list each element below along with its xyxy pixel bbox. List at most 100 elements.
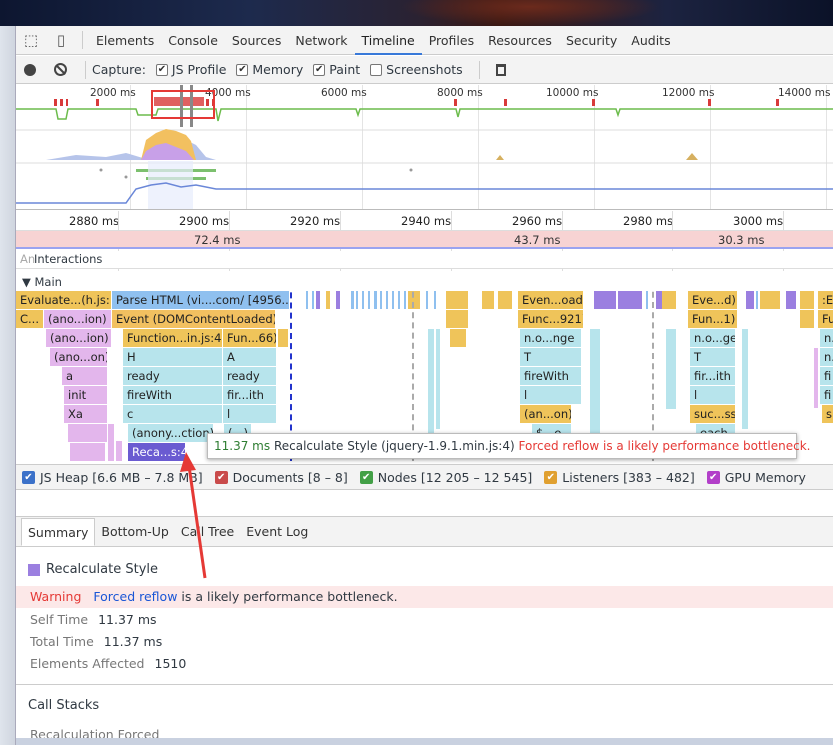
ruler-tick: 2940 ms [401,214,452,228]
self-time-label: Self Time [30,612,89,627]
checkbox-checked-icon: ✔ [313,63,326,76]
summary-title-text: Recalculate Style [46,562,159,577]
flame-event[interactable]: a [62,367,108,385]
ruler-tick: 3000 ms [733,214,784,228]
flame-event[interactable]: s [822,405,833,423]
flame-event[interactable] [70,443,106,461]
tab-profiles[interactable]: Profiles [422,26,481,55]
record-button[interactable] [24,63,36,76]
flame-event[interactable]: n.o...ge [690,329,736,347]
checkbox-checked-icon: ✔ [22,470,35,484]
main-label: Main [34,275,62,289]
tab-resources[interactable]: Resources [481,26,559,55]
checkbox-label: JS Profile [171,62,227,77]
flame-event[interactable]: ready [223,367,277,385]
counter-label: Documents [8 – 8] [232,469,348,485]
inspect-element-icon[interactable]: ⬚ [16,26,46,55]
flame-event[interactable]: l [520,386,582,404]
flame-event[interactable]: Func...921) [518,310,584,328]
trash-icon[interactable] [495,63,506,76]
tab-event-log[interactable]: Event Log [240,518,314,546]
tab-elements[interactable]: Elements [89,26,161,55]
tab-call-tree[interactable]: Call Tree [175,518,240,546]
flame-event-selected[interactable]: Reca...s:4) [128,443,186,461]
flame-event[interactable]: Fu [818,310,833,328]
flame-event[interactable]: (ano...on) [50,348,108,366]
tab-timeline[interactable]: Timeline [354,26,422,55]
tab-network[interactable]: Network [288,26,354,55]
flame-event[interactable]: H [123,348,223,366]
tab-audits[interactable]: Audits [624,26,677,55]
flame-event[interactable]: c [123,405,223,423]
forced-reflow-link[interactable]: Forced reflow [93,589,177,604]
frame-duration: 43.7 ms [514,233,561,247]
flame-event[interactable]: Parse HTML (vi....com/ [4956...]) [112,291,290,309]
screenshots-checkbox[interactable]: Screenshots [370,62,463,77]
listeners-counter[interactable]: ✔ Listeners [383 – 482] [544,470,695,485]
page-banner [0,0,833,26]
clear-button[interactable] [54,63,67,76]
tab-console[interactable]: Console [161,26,225,55]
tab-sources[interactable]: Sources [225,26,288,55]
flame-event[interactable]: (ano...ion) [44,310,112,328]
flame-event[interactable]: fir...ith [223,386,277,404]
elements-affected-label: Elements Affected [30,656,145,671]
flame-event[interactable]: Xa [64,405,108,423]
flame-event[interactable]: fireWith [520,367,582,385]
tab-bottom-up[interactable]: Bottom-Up [95,518,174,546]
interactions-track[interactable]: An Interactions [16,251,833,269]
flame-event[interactable]: n. [820,348,833,366]
flame-event[interactable]: init [64,386,108,404]
flame-event[interactable]: fir...ith [690,367,736,385]
expand-triangle-icon[interactable]: ▼ [22,275,35,289]
flame-event[interactable]: (an...on) [520,405,572,423]
tooltip-warning: Forced reflow is a likely performance bo… [518,439,811,453]
flame-event[interactable]: n. [820,329,833,347]
tab-summary[interactable]: Summary [21,518,96,546]
flame-event[interactable] [68,424,108,442]
flame-event[interactable]: n.o...nge [520,329,582,347]
memory-checkbox[interactable]: ✔ Memory [236,62,303,77]
flame-event[interactable]: l [690,386,736,404]
main-thread-header[interactable]: ▼ Main [16,274,833,291]
flame-event[interactable]: A [223,348,277,366]
timeline-overview[interactable]: 2000 ms 4000 ms 6000 ms 8000 ms 10000 ms… [16,85,833,210]
flame-event[interactable]: T [520,348,582,366]
checkbox-label: Screenshots [386,62,463,77]
summary-title: Recalculate Style [28,562,158,577]
total-time-label: Total Time [30,634,94,649]
gpu-memory-counter[interactable]: ✔ GPU Memory [706,470,806,485]
device-mode-icon[interactable]: ▯ [46,26,76,55]
tooltip-time: 11.37 ms [214,439,271,453]
flame-event[interactable]: ready [123,367,223,385]
tab-security[interactable]: Security [559,26,624,55]
flame-event[interactable]: :Ev [818,291,833,309]
js-profile-checkbox[interactable]: ✔ JS Profile [155,62,227,77]
flame-event[interactable]: (ano...ion) [46,329,112,347]
frames-track[interactable]: 72.4 ms 43.7 ms 30.3 ms [16,231,833,249]
nodes-counter[interactable]: ✔ Nodes [12 205 – 12 545] [359,470,532,485]
flame-event[interactable]: Evaluate...(h.js:1) [16,291,112,309]
flame-event[interactable]: Function...in.js:4) [123,329,223,347]
flame-event[interactable]: T [690,348,736,366]
flame-event[interactable]: Event (DOMContentLoaded) [112,310,276,328]
flame-event[interactable]: suc...ss [690,405,736,423]
documents-counter[interactable]: ✔ Documents [8 – 8] [214,469,348,485]
paint-checkbox[interactable]: ✔ Paint [313,62,360,77]
flame-event[interactable]: Even...oad) [518,291,584,309]
checkbox-checked-icon: ✔ [359,470,373,484]
elements-affected-value: 1510 [154,656,187,671]
flame-event[interactable]: (anony...ction) [128,424,214,442]
flame-event[interactable]: l [223,405,277,423]
tooltip-name: Recalculate Style (jquery-1.9.1.min.js:4… [273,439,515,453]
flame-event[interactable]: Eve...d) [688,291,738,309]
total-time-value: 11.37 ms [103,634,163,649]
flame-event[interactable]: Fun...1) [688,310,738,328]
flame-event[interactable]: fireWith [123,386,223,404]
checkbox-label: Memory [252,62,304,77]
flame-event[interactable]: C... [16,310,44,328]
js-heap-counter[interactable]: ✔ JS Heap [6.6 MB – 7.8 MB] [22,470,203,485]
flame-event[interactable]: fi [820,386,833,404]
flame-event[interactable]: Fun...66) [223,329,277,347]
flame-event[interactable]: fi [820,367,833,385]
